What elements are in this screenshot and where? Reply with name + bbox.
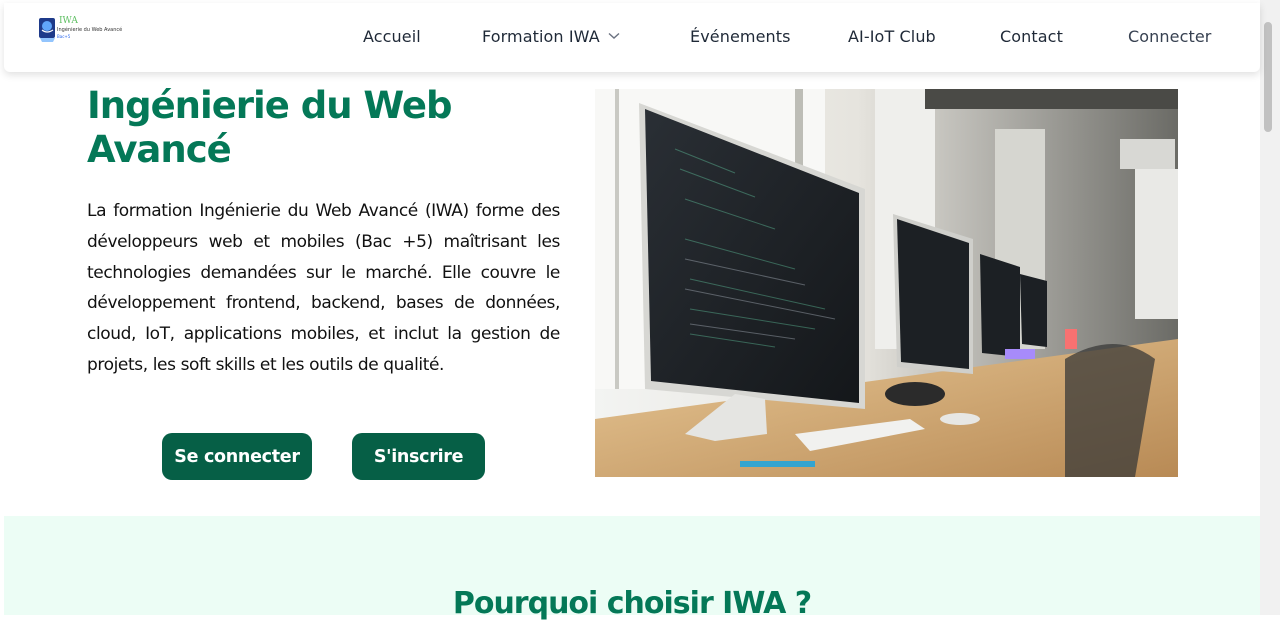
hero-title: Ingénierie du Web Avancé bbox=[87, 84, 453, 171]
nav-connecter[interactable]: Connecter bbox=[1128, 27, 1211, 46]
nav-accueil[interactable]: Accueil bbox=[363, 27, 421, 46]
logo-emblem-icon bbox=[39, 18, 55, 42]
logo[interactable]: IWA Ingénierie du Web Avancé Bac+5 bbox=[38, 16, 122, 46]
signup-button[interactable]: S'inscrire bbox=[352, 433, 485, 480]
nav-ai-iot-club[interactable]: AI-IoT Club bbox=[848, 27, 936, 46]
why-title: Pourquoi choisir IWA ? bbox=[452, 586, 812, 621]
nav-contact[interactable]: Contact bbox=[1000, 27, 1063, 46]
chevron-down-icon bbox=[608, 32, 620, 39]
why-section: Pourquoi choisir IWA ? bbox=[4, 516, 1260, 621]
scrollbar[interactable] bbox=[1260, 0, 1280, 615]
navbar: IWA Ingénierie du Web Avancé Bac+5 Accue… bbox=[4, 3, 1260, 72]
hero-image bbox=[595, 89, 1178, 477]
login-button[interactable]: Se connecter bbox=[162, 433, 312, 480]
page: IWA Ingénierie du Web Avancé Bac+5 Accue… bbox=[4, 0, 1260, 621]
nav-formation-label: Formation IWA bbox=[482, 27, 600, 46]
nav-formation-iwa[interactable]: Formation IWA bbox=[482, 27, 620, 46]
scrollbar-thumb[interactable] bbox=[1264, 22, 1272, 132]
logo-subtitle: Ingénierie du Web Avancé bbox=[57, 27, 123, 33]
nav-evenements[interactable]: Événements bbox=[690, 27, 791, 46]
hero-description: La formation Ingénierie du Web Avancé (I… bbox=[87, 201, 560, 375]
logo-degree: Bac+5 bbox=[57, 34, 71, 39]
logo-title: IWA bbox=[59, 16, 78, 26]
